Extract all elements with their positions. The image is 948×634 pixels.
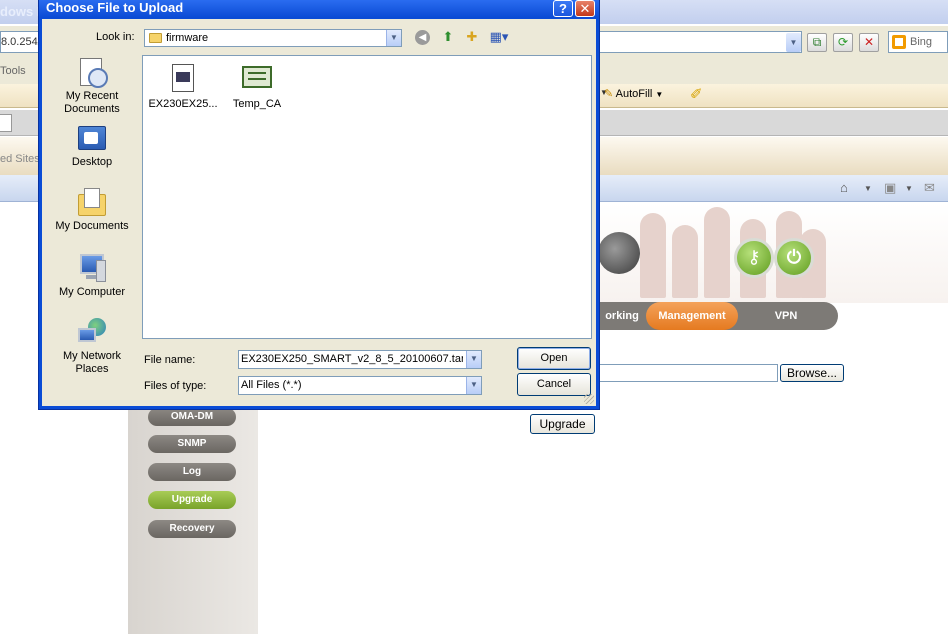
stop-icon[interactable]: ✕ xyxy=(859,33,879,52)
place-label: My Recent Documents xyxy=(64,90,120,115)
autofill-label: AutoFill xyxy=(615,88,653,100)
look-in-label: Look in: xyxy=(96,31,135,43)
place-label: My Computer xyxy=(58,286,126,298)
folder-icon xyxy=(149,33,162,43)
files-of-type-value: All Files (*.*) xyxy=(241,379,302,391)
file-item-temp-ca[interactable]: Temp_CA xyxy=(217,64,297,110)
chevron-down-icon: ▼ xyxy=(466,351,481,368)
banner-figure xyxy=(640,213,666,298)
dialog-title-bar[interactable]: Choose File to Upload ? ✕ xyxy=(39,0,599,18)
place-desktop[interactable]: Desktop xyxy=(45,124,139,169)
cancel-button[interactable]: Cancel xyxy=(517,373,591,396)
desktop-icon xyxy=(76,124,108,154)
browser-title-text: dows I xyxy=(0,4,41,19)
home-dropdown-icon[interactable]: ▼ xyxy=(864,184,872,193)
files-of-type-select[interactable]: All Files (*.*) ▼ xyxy=(238,376,482,395)
views-menu-icon[interactable]: ▦▾ xyxy=(487,28,511,46)
place-my-documents[interactable]: My Documents xyxy=(45,188,139,233)
place-recent-documents[interactable]: My Recent Documents xyxy=(45,58,139,116)
favorites-suggested-sites[interactable]: ed Sites xyxy=(0,153,40,165)
file-item-firmware[interactable]: EX230EX25... xyxy=(143,64,223,110)
files-of-type-label: Files of type: xyxy=(144,380,207,392)
dialog-title: Choose File to Upload xyxy=(46,0,184,15)
place-network[interactable]: My Network Places xyxy=(45,318,139,376)
banner-figure xyxy=(704,207,730,298)
power-icon[interactable]: ⏻ xyxy=(774,238,814,278)
tab-management[interactable]: Management xyxy=(646,302,738,330)
resize-grip-icon[interactable] xyxy=(584,394,594,404)
up-folder-icon[interactable]: ⬆ xyxy=(439,28,457,46)
file-name: Temp_CA xyxy=(232,98,282,110)
certificate-file-icon xyxy=(242,64,272,94)
sidebar-item-upgrade[interactable]: Upgrade xyxy=(148,491,236,509)
main-nav: orking Management VPN xyxy=(600,302,838,330)
highlight-icon[interactable]: ✐ xyxy=(690,85,703,103)
sidebar-item-log[interactable]: Log xyxy=(148,463,236,481)
back-icon[interactable]: ◀ xyxy=(415,30,430,45)
management-sidebar: OMA-DM SNMP Log Upgrade Recovery xyxy=(128,408,258,634)
globe-icon xyxy=(598,232,640,274)
places-bar: My Recent Documents Desktop My Documents xyxy=(45,54,139,402)
autofill-icon: ✎ xyxy=(604,88,614,100)
firmware-file-icon xyxy=(168,64,198,94)
place-label: My Documents xyxy=(55,220,129,232)
upgrade-button[interactable]: Upgrade xyxy=(530,414,595,434)
home-icon[interactable]: ⌂ xyxy=(840,180,848,195)
mail-icon[interactable]: ✉ xyxy=(924,180,935,196)
choose-file-dialog: Choose File to Upload ? ✕ Look in: firmw… xyxy=(38,0,600,410)
help-button[interactable]: ? xyxy=(553,0,573,17)
chevron-down-icon: ▼ xyxy=(466,377,481,394)
menu-tools[interactable]: Tools xyxy=(0,65,26,77)
dialog-body: Look in: firmware ▼ ◀ ⬆ ✚ ▦▾ My Recent D… xyxy=(42,19,596,406)
toolbar-field xyxy=(0,114,12,132)
place-my-computer[interactable]: My Computer xyxy=(45,254,139,299)
file-name-label: File name: xyxy=(144,354,196,366)
file-list[interactable]: EX230EX25... Temp_CA xyxy=(142,55,592,339)
file-name-field[interactable]: EX230EX250_SMART_v2_8_5_20100607.tar.gz … xyxy=(238,350,482,369)
close-button[interactable]: ✕ xyxy=(575,0,595,17)
file-name: EX230EX25... xyxy=(148,98,218,110)
chevron-down-icon: ▼ xyxy=(386,30,401,46)
open-button[interactable]: Open xyxy=(517,347,591,370)
sidebar-item-snmp[interactable]: SNMP xyxy=(148,435,236,453)
search-box[interactable]: Bing xyxy=(888,31,948,53)
compatibility-icon[interactable]: ⧉ xyxy=(807,33,827,52)
address-text: 8.0.254/ xyxy=(1,36,41,48)
autofill-button[interactable]: ✎ AutoFill ▼ xyxy=(604,87,663,100)
search-provider-label: Bing xyxy=(910,36,933,48)
my-documents-icon xyxy=(76,188,108,218)
file-name-value: EX230EX250_SMART_v2_8_5_20100607.tar.gz xyxy=(241,353,463,365)
place-label: Desktop xyxy=(71,156,113,168)
tab-vpn[interactable]: VPN xyxy=(740,302,832,330)
my-computer-icon xyxy=(76,254,108,284)
recent-documents-icon xyxy=(76,58,108,88)
sidebar-item-recovery[interactable]: Recovery xyxy=(148,520,236,538)
feeds-dropdown-icon[interactable]: ▼ xyxy=(905,184,913,193)
key-icon[interactable]: ⚷ xyxy=(734,238,774,278)
screen: dows I 8.0.254/ ▼ ⧉ ⟳ ✕ Bing Tools ▼ ✎ A… xyxy=(0,0,948,634)
place-label: My Network Places xyxy=(62,350,122,375)
new-folder-icon[interactable]: ✚ xyxy=(463,28,481,46)
look-in-value: firmware xyxy=(166,32,209,44)
refresh-icon[interactable]: ⟳ xyxy=(833,33,853,52)
address-dropdown-icon[interactable]: ▼ xyxy=(786,33,801,52)
network-places-icon xyxy=(76,318,108,348)
bing-logo-icon xyxy=(892,35,906,49)
banner-figure xyxy=(672,225,698,298)
tab-networking[interactable]: orking xyxy=(600,302,644,330)
sidebar-item-oma-dm[interactable]: OMA-DM xyxy=(148,408,236,426)
browse-button[interactable]: Browse... xyxy=(780,364,844,382)
autofill-dropdown-icon: ▼ xyxy=(655,90,664,99)
upload-file-input[interactable] xyxy=(598,364,778,382)
look-in-select[interactable]: firmware ▼ xyxy=(144,29,402,47)
feeds-icon[interactable]: ▣ xyxy=(884,180,896,196)
